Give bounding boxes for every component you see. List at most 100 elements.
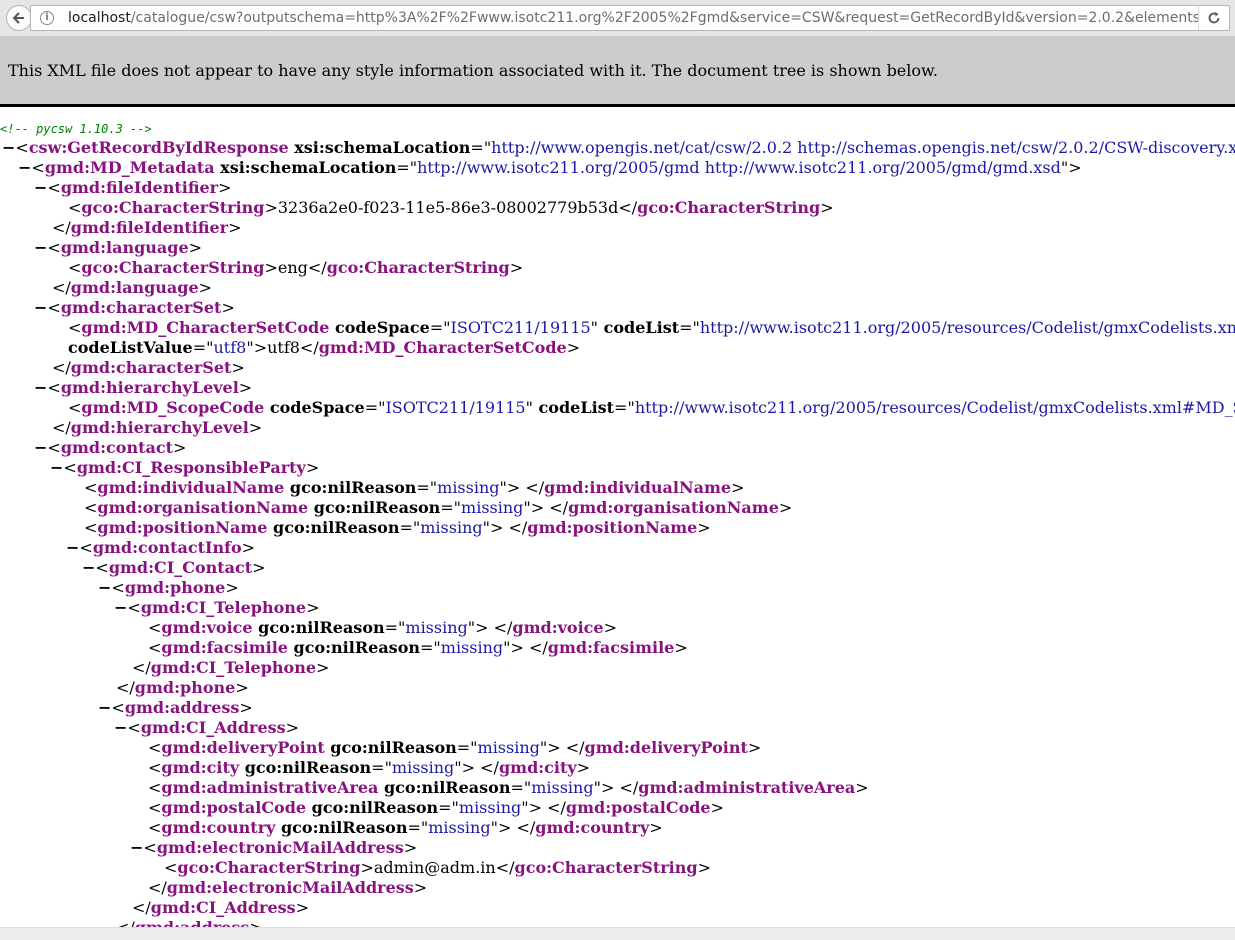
xml-text: </ xyxy=(52,418,71,437)
xml-tag-name: gmd:MD_Metadata xyxy=(44,158,215,177)
xml-text: < xyxy=(47,178,61,197)
xml-tag-name: csw:GetRecordByIdResponse xyxy=(28,138,289,157)
collapse-toggle[interactable]: − xyxy=(82,558,95,577)
url-host: localhost xyxy=(68,10,131,26)
xml-attribute-value: missing xyxy=(477,738,540,757)
collapse-toggle[interactable]: − xyxy=(130,838,143,857)
xml-tag-name: gmd:deliveryPoint xyxy=(584,738,748,757)
xml-tag-name: gmd:organisationName xyxy=(97,498,309,517)
xml-text: </ xyxy=(52,278,71,297)
xml-tag-name: gmd:contactInfo xyxy=(92,538,242,557)
collapse-toggle[interactable]: − xyxy=(98,578,111,597)
xml-text: < xyxy=(68,318,82,337)
back-button[interactable] xyxy=(6,5,32,31)
xml-text: </ xyxy=(132,898,151,917)
url-bar[interactable]: i localhost/catalogue/csw?outputschema=h… xyxy=(30,5,1230,31)
xml-text: > xyxy=(778,498,793,517)
xml-tag-name: gmd:fileIdentifier xyxy=(70,218,229,237)
reload-button[interactable] xyxy=(1198,6,1229,30)
collapse-toggle[interactable]: − xyxy=(34,178,47,197)
xml-attribute-name: codeList xyxy=(532,398,615,417)
xml-attribute-name: gco:nilReason xyxy=(275,818,408,837)
xml-text: =" xyxy=(438,798,459,817)
collapse-toggle[interactable]: − xyxy=(34,438,47,457)
xml-line: <gmd:deliveryPoint gco:nilReason="missin… xyxy=(148,738,761,758)
xml-text: >admin@adm.in</ xyxy=(360,858,515,877)
xml-tag-name: gmd:voice xyxy=(161,618,253,637)
collapse-toggle[interactable]: − xyxy=(34,298,47,317)
xml-line: <gmd:administrativeArea gco:nilReason="m… xyxy=(148,778,869,798)
xml-line: </gmd:CI_Address> xyxy=(132,898,309,918)
xml-line: −<gmd:CI_Telephone> xyxy=(114,598,319,618)
xml-text: < xyxy=(95,558,109,577)
xml-tag-name: gco:CharacterString xyxy=(81,198,265,217)
xml-text: < xyxy=(148,818,162,837)
horizontal-scrollbar[interactable] xyxy=(0,927,1235,940)
xml-attribute-name: codeListValue xyxy=(68,338,193,357)
xml-tag-name: gmd:address xyxy=(124,698,240,717)
xml-text: < xyxy=(31,158,45,177)
xml-text: =" xyxy=(364,398,386,417)
xml-text: > xyxy=(228,218,242,237)
xml-text: > xyxy=(697,518,711,537)
xml-text: =" xyxy=(416,478,438,497)
xml-line: <gmd:positionName gco:nilReason="missing… xyxy=(84,518,711,538)
xml-text: < xyxy=(143,838,157,857)
xml-tag-name: gmd:deliveryPoint xyxy=(161,738,325,757)
xml-text: < xyxy=(148,738,162,757)
xml-tag-name: gmd:language xyxy=(60,238,189,257)
xml-text: "> </ xyxy=(521,798,566,817)
collapse-toggle[interactable]: − xyxy=(114,718,127,737)
xml-line: −<gmd:fileIdentifier> xyxy=(34,178,232,198)
xml-line: <gmd:individualName gco:nilReason="missi… xyxy=(84,478,745,498)
collapse-toggle[interactable]: − xyxy=(2,138,15,157)
xml-attribute-name: codeSpace xyxy=(329,318,430,337)
xml-line: −<gmd:contact> xyxy=(34,438,186,458)
xml-text: < xyxy=(148,778,162,797)
xml-line: −<csw:GetRecordByIdResponse xsi:schemaLo… xyxy=(2,138,1235,158)
xml-tag-name: gmd:country xyxy=(161,818,276,837)
url-text[interactable]: localhost/catalogue/csw?outputschema=htt… xyxy=(68,9,1198,27)
xml-text: </ xyxy=(52,358,71,377)
xml-text: =" xyxy=(192,338,214,357)
xml-text: " xyxy=(525,398,533,417)
xml-line: −<gmd:address> xyxy=(98,698,253,718)
xml-tag-name: gco:CharacterString xyxy=(637,198,821,217)
collapse-toggle[interactable]: − xyxy=(50,458,63,477)
xml-tag-name: gmd:CI_Address xyxy=(140,718,286,737)
xml-line: </gmd:CI_Telephone> xyxy=(132,658,329,678)
xml-line: −<gmd:CI_Address> xyxy=(114,718,299,738)
collapse-toggle[interactable]: − xyxy=(114,598,127,617)
collapse-toggle[interactable]: − xyxy=(98,698,111,717)
collapse-toggle[interactable]: − xyxy=(66,538,79,557)
collapse-toggle[interactable]: − xyxy=(34,378,47,397)
reload-icon xyxy=(1208,12,1220,24)
xml-tag-name: gmd:administrativeArea xyxy=(638,778,856,797)
xml-text: < xyxy=(127,598,141,617)
xml-text: > xyxy=(239,698,253,717)
xml-tag-name: gmd:organisationName xyxy=(568,498,779,517)
xml-text: < xyxy=(68,198,82,217)
xml-attribute-name: gco:nilReason xyxy=(267,518,400,537)
xml-line: −<gmd:hierarchyLevel> xyxy=(34,378,252,398)
info-icon[interactable]: i xyxy=(40,11,54,25)
xml-attribute-value: http://www.isotc211.org/2005/resources/C… xyxy=(699,318,1235,337)
xml-notice-banner: This XML file does not appear to have an… xyxy=(0,37,1235,107)
xml-line: <gco:CharacterString>admin@adm.in</gco:C… xyxy=(164,858,711,878)
xml-line: </gmd:hierarchyLevel> xyxy=(52,418,262,438)
xml-text: > xyxy=(241,538,256,557)
xml-tag-name: gmd:individualName xyxy=(544,478,732,497)
xml-line: −<gmd:contactInfo> xyxy=(66,538,255,558)
xml-tag-name: gmd:facsimile xyxy=(161,638,288,657)
xml-text: > xyxy=(731,478,745,497)
collapse-toggle[interactable]: − xyxy=(18,158,31,177)
xml-attribute-value: missing xyxy=(420,518,483,537)
xml-text: =" xyxy=(429,318,451,337)
xml-text: </ xyxy=(148,878,167,897)
collapse-toggle[interactable]: − xyxy=(34,238,47,257)
xml-attribute-name: gco:nilReason xyxy=(239,758,372,777)
xml-tag-name: gmd:characterSet xyxy=(60,298,222,317)
xml-tag-name: gmd:voice xyxy=(512,618,604,637)
xml-text: =" xyxy=(440,498,462,517)
xml-line: −<gmd:CI_ResponsibleParty> xyxy=(50,458,319,478)
